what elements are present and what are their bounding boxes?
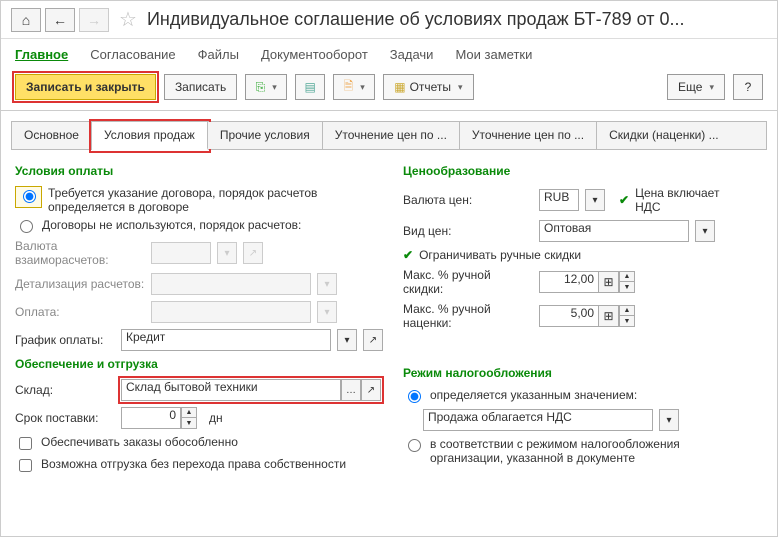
page-title: Индивидуальное соглашение об условиях пр…	[147, 9, 767, 30]
docflow-button[interactable]: 🗎	[333, 74, 375, 100]
maxm-label: Макс. % ручной наценки:	[403, 302, 533, 330]
radio-contract-required-label: Требуется указание договора, порядок рас…	[48, 186, 348, 214]
price-type-dd[interactable]: ▾	[695, 220, 715, 242]
tab-main[interactable]: Основное	[12, 122, 92, 149]
maxm-up[interactable]: ▲	[620, 306, 634, 316]
radio-no-contract[interactable]	[20, 220, 33, 233]
maxd-calc[interactable]: ⊞	[599, 271, 619, 293]
detail-label: Детализация расчетов:	[15, 277, 145, 291]
check-separate[interactable]	[19, 437, 32, 450]
maxd-up[interactable]: ▲	[620, 272, 634, 282]
maxm-down[interactable]: ▼	[620, 316, 634, 326]
maxm-input[interactable]: 5,00	[539, 305, 599, 327]
delivery-unit: дн	[209, 411, 223, 425]
group-tax-title: Режим налогообложения	[403, 366, 763, 380]
radio-tax-value-label: определяется указанным значением:	[430, 388, 637, 402]
warehouse-input[interactable]: Склад бытовой техники	[121, 379, 341, 401]
price-currency-dd[interactable]: ▾	[585, 189, 605, 211]
warehouse-label: Склад:	[15, 383, 115, 397]
report-icon: ▦	[394, 80, 405, 94]
price-type-label: Вид цен:	[403, 224, 533, 238]
radio-tax-org-label: в соответствии с режимом налогообложения…	[430, 437, 730, 465]
menu-approval[interactable]: Согласование	[90, 47, 175, 62]
radio-no-contract-label: Договоры не используются, порядок расчет…	[42, 218, 301, 232]
group-shipment-title: Обеспечение и отгрузка	[15, 357, 383, 371]
price-type-input[interactable]: Оптовая	[539, 220, 689, 242]
menu-files[interactable]: Файлы	[198, 47, 239, 62]
delivery-label: Срок поставки:	[15, 411, 115, 425]
tab-other[interactable]: Прочие условия	[208, 122, 323, 149]
save-button[interactable]: Записать	[164, 74, 237, 100]
list-icon: ▤	[305, 80, 316, 94]
maxm-calc[interactable]: ⊞	[599, 305, 619, 327]
currency-open: ↗	[243, 242, 263, 264]
schedule-input[interactable]: Кредит	[121, 329, 331, 351]
limit-check-icon[interactable]: ✔	[403, 248, 413, 262]
menu-notes[interactable]: Мои заметки	[455, 47, 532, 62]
help-button[interactable]: ?	[733, 74, 763, 100]
payment-label: Оплата:	[15, 305, 145, 319]
radio-tax-value[interactable]	[408, 390, 421, 403]
doc-icon: 🗎	[344, 77, 354, 98]
price-currency-label: Валюта цен:	[403, 193, 533, 207]
price-currency-input[interactable]: RUB	[539, 189, 579, 211]
payment-input	[151, 301, 311, 323]
favorite-icon[interactable]: ☆	[119, 7, 137, 32]
radio-contract-required[interactable]	[23, 190, 36, 203]
menu-tasks[interactable]: Задачи	[390, 47, 434, 62]
save-close-button[interactable]: Записать и закрыть	[15, 74, 156, 100]
schedule-dd[interactable]: ▾	[337, 329, 357, 351]
tab-price-detail-1[interactable]: Уточнение цен по ...	[323, 122, 460, 149]
warehouse-open[interactable]: ↗	[361, 379, 381, 401]
radio-tax-org[interactable]	[408, 439, 421, 452]
detail-dd: ▾	[317, 273, 337, 295]
maxd-down[interactable]: ▼	[620, 282, 634, 292]
maxd-input[interactable]: 12,00	[539, 271, 599, 293]
attach-button[interactable]: ⎘	[245, 74, 287, 100]
back-button[interactable]: ←	[45, 8, 75, 32]
detail-input	[151, 273, 311, 295]
menu-main[interactable]: Главное	[15, 47, 68, 62]
schedule-label: График оплаты:	[15, 333, 115, 347]
warehouse-pick[interactable]: …	[341, 379, 361, 401]
delivery-up[interactable]: ▲	[182, 408, 196, 418]
vat-check-icon[interactable]: ✔	[619, 193, 629, 207]
tax-select[interactable]: Продажа облагается НДС	[423, 409, 653, 431]
vat-label: Цена включает НДС	[635, 186, 745, 214]
currency-label: Валюта взаиморасчетов:	[15, 239, 145, 267]
check-no-transfer[interactable]	[19, 459, 32, 472]
check-no-transfer-label: Возможна отгрузка без перехода права соб…	[41, 457, 346, 471]
delivery-down[interactable]: ▼	[182, 418, 196, 428]
tab-price-detail-2[interactable]: Уточнение цен по ...	[460, 122, 597, 149]
forward-button: →	[79, 8, 109, 32]
schedule-open[interactable]: ↗	[363, 329, 383, 351]
home-button[interactable]: ⌂	[11, 8, 41, 32]
currency-input	[151, 242, 211, 264]
limit-label: Ограничивать ручные скидки	[419, 248, 581, 262]
tax-dd[interactable]: ▾	[659, 409, 679, 431]
reports-button[interactable]: ▦Отчеты	[383, 74, 473, 100]
register-button[interactable]: ▤	[295, 74, 325, 100]
tab-sales-conditions[interactable]: Условия продаж	[92, 122, 208, 150]
currency-dd: ▾	[217, 242, 237, 264]
group-pricing-title: Ценообразование	[403, 164, 763, 178]
delivery-input[interactable]: 0	[121, 407, 181, 429]
more-button[interactable]: Еще	[667, 74, 725, 100]
check-separate-label: Обеспечивать заказы обособленно	[41, 435, 238, 449]
payment-dd: ▾	[317, 301, 337, 323]
menu-docflow[interactable]: Документооборот	[261, 47, 368, 62]
attach-icon: ⎘	[256, 80, 266, 95]
group-payment-title: Условия оплаты	[15, 164, 383, 178]
tab-discounts[interactable]: Скидки (наценки) ...	[597, 122, 731, 149]
maxd-label: Макс. % ручной скидки:	[403, 268, 533, 296]
